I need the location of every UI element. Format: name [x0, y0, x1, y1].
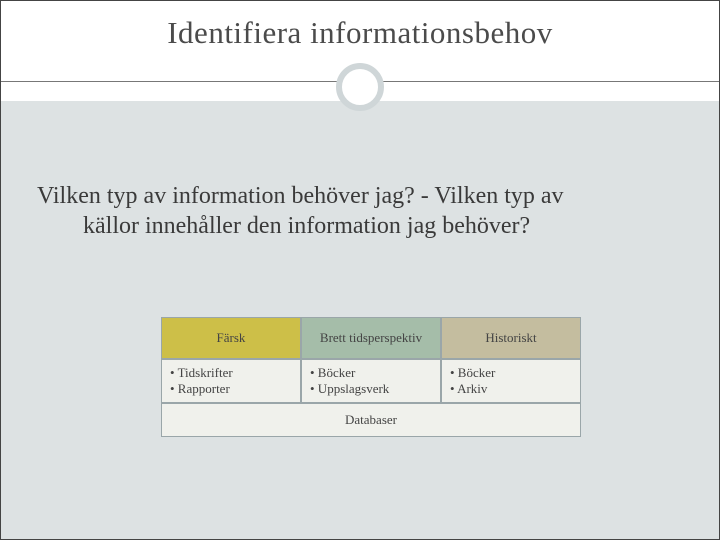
cell-farsk: • Tidskrifter • Rapporter [161, 359, 301, 403]
cell-item: • Böcker [450, 365, 580, 381]
cell-item: • Tidskrifter [170, 365, 300, 381]
title-area: Identifiera informationsbehov [1, 1, 719, 57]
question-text: Vilken typ av information behöver jag? -… [1, 101, 719, 241]
cell-item: • Uppslagsverk [310, 381, 440, 397]
cell-item: • Rapporter [170, 381, 300, 397]
slide-title: Identifiera informationsbehov [167, 15, 553, 50]
cell-historiskt: • Böcker • Arkiv [441, 359, 581, 403]
circle-ornament [336, 63, 384, 111]
header-historiskt: Historiskt [441, 317, 581, 359]
header-brett: Brett tidsperspektiv [301, 317, 441, 359]
cell-item: • Böcker [310, 365, 440, 381]
cell-item: • Arkiv [450, 381, 580, 397]
header-farsk: Färsk [161, 317, 301, 359]
table-footer-row: Databaser [161, 403, 581, 437]
slide: Identifiera informationsbehov Vilken typ… [0, 0, 720, 540]
table-header-row: Färsk Brett tidsperspektiv Historiskt [161, 317, 581, 359]
footer-databaser: Databaser [161, 403, 581, 437]
question-line-2: källor innehåller den information jag be… [37, 211, 683, 241]
sources-table: Färsk Brett tidsperspektiv Historiskt • … [161, 317, 581, 437]
question-line-1: Vilken typ av information behöver jag? -… [37, 183, 564, 209]
table-body-row: • Tidskrifter • Rapporter • Böcker • Upp… [161, 359, 581, 403]
cell-brett: • Böcker • Uppslagsverk [301, 359, 441, 403]
content-background: Vilken typ av information behöver jag? -… [1, 101, 719, 539]
